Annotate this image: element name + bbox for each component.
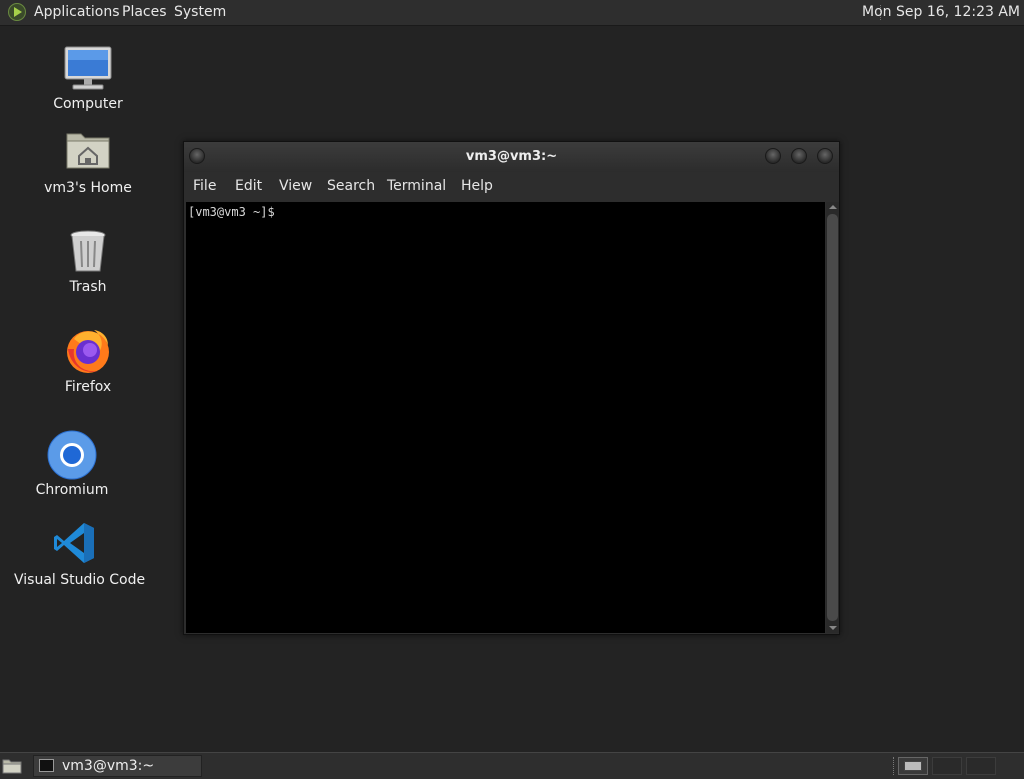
maximize-button[interactable] — [791, 148, 807, 164]
desktop-icon-label: Visual Studio Code — [14, 572, 146, 588]
menu-terminal[interactable]: Terminal — [387, 172, 446, 200]
close-button[interactable] — [817, 148, 833, 164]
window-titlebar[interactable]: vm3@vm3:~ — [184, 142, 839, 172]
desktop-icon-label: Trash — [69, 279, 107, 295]
home-folder-icon — [66, 133, 110, 169]
show-desktop-icon[interactable] — [2, 757, 22, 774]
firefox-icon — [67, 330, 109, 373]
menu-view[interactable]: View — [279, 172, 312, 200]
shell-prompt: [vm3@vm3 ~]$ — [188, 205, 275, 219]
taskbar-terminal-button[interactable]: vm3@vm3:~ — [33, 755, 202, 777]
panel-separator — [893, 757, 895, 775]
window-title: vm3@vm3:~ — [465, 149, 558, 164]
taskbar-window-label: vm3@vm3:~ — [62, 758, 155, 774]
menu-places[interactable]: Places — [122, 0, 167, 25]
terminal-menubar: File Edit View Search Terminal Help — [184, 172, 839, 200]
scrollbar-thumb[interactable] — [827, 214, 838, 621]
terminal-scrollbar[interactable] — [826, 202, 839, 633]
terminal-window[interactable]: vm3@vm3:~ File Edit View Search Terminal… — [183, 141, 840, 635]
minimize-button[interactable] — [765, 148, 781, 164]
menu-file[interactable]: File — [193, 172, 216, 200]
desktop-icon-home[interactable]: vm3's Home — [43, 128, 133, 196]
clock[interactable]: Mon Sep 16, 12:23 AM — [862, 0, 1020, 25]
menu-edit[interactable]: Edit — [235, 172, 262, 200]
applications-logo-icon[interactable] — [8, 3, 26, 21]
chromium-icon — [47, 430, 97, 480]
top-panel: Applications Places System Mon Sep 16, 1… — [0, 0, 1024, 26]
trash-icon — [70, 230, 106, 272]
scroll-down-arrow-icon[interactable] — [826, 623, 839, 633]
menu-help[interactable]: Help — [461, 172, 493, 200]
desktop-icon-firefox[interactable]: Firefox — [58, 327, 118, 395]
desktop-icon-label: Chromium — [35, 482, 109, 498]
vscode-icon — [54, 523, 94, 563]
desktop-icon-label: Computer — [53, 96, 123, 112]
bottom-panel: vm3@vm3:~ — [0, 752, 1024, 779]
terminal-icon — [39, 759, 54, 772]
desktop-icon-trash[interactable]: Trash — [58, 229, 118, 295]
menu-search[interactable]: Search — [327, 172, 375, 200]
desktop-icon-label: vm3's Home — [44, 180, 132, 196]
workspace-3[interactable] — [966, 757, 996, 775]
terminal-output[interactable]: [vm3@vm3 ~]$ — [186, 202, 825, 633]
desktop-icon-chromium[interactable]: Chromium — [32, 430, 112, 498]
menu-system[interactable]: System — [174, 0, 226, 25]
desktop-icon-label: Firefox — [64, 379, 112, 395]
workspace-1[interactable] — [898, 757, 928, 775]
workspace-2[interactable] — [932, 757, 962, 775]
desktop-icon-computer[interactable]: Computer — [48, 46, 128, 112]
scroll-up-arrow-icon[interactable] — [826, 202, 839, 212]
desktop-icon-vscode[interactable]: Visual Studio Code — [14, 521, 146, 588]
computer-icon — [64, 46, 112, 90]
menu-applications[interactable]: Applications — [34, 0, 120, 25]
